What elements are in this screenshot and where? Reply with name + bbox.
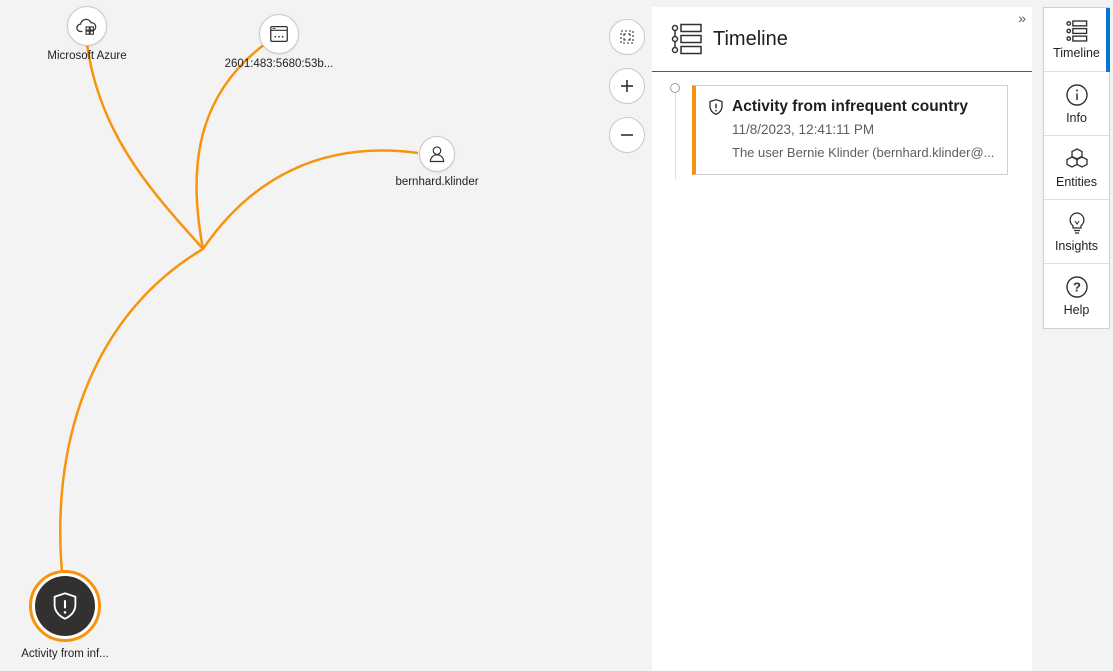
lightbulb-icon [1068, 211, 1085, 234]
timeline-panel: » Timeline Activity from infrequent coun… [652, 7, 1032, 671]
zoom-in-icon [621, 80, 633, 92]
cloud-app-icon [67, 6, 107, 46]
timeline-dot [670, 83, 680, 93]
user-icon [419, 136, 455, 172]
panel-title: Timeline [713, 27, 788, 50]
card-timestamp: 11/8/2023, 12:41:11 PM [732, 122, 875, 137]
timeline-card[interactable]: Activity from infrequent country 11/8/20… [692, 85, 1008, 175]
edge-azure [85, 43, 204, 250]
zoom-out-button[interactable] [609, 117, 645, 153]
right-tab-bar: Timeline Info Entities Insights ? Help [1043, 7, 1110, 329]
fit-to-screen-button[interactable] [609, 19, 645, 55]
card-title: Activity from infrequent country [732, 98, 968, 115]
collapse-panel-button[interactable]: » [1018, 10, 1026, 26]
info-icon [1065, 83, 1088, 106]
node-label-user: bernhard.klinder [395, 176, 479, 188]
tab-label: Entities [1056, 174, 1097, 189]
tab-label: Timeline [1053, 45, 1100, 60]
tab-label: Info [1066, 110, 1087, 125]
tab-label: Help [1063, 303, 1090, 317]
tab-entities[interactable]: Entities [1044, 136, 1109, 200]
ip-address-icon [259, 14, 299, 54]
timeline-icon [671, 23, 702, 55]
node-azure[interactable]: Microsoft Azure [47, 6, 127, 62]
edge-ip [195, 42, 266, 250]
zoom-out-icon [621, 134, 633, 136]
timeline-icon [1065, 19, 1087, 42]
tab-info[interactable]: Info [1044, 72, 1109, 136]
edge-alert [59, 247, 204, 573]
alert-shield-icon [709, 98, 723, 116]
tab-label: Insights [1054, 238, 1099, 253]
card-title-row: Activity from infrequent country [708, 98, 995, 116]
node-label-ip: 2601:483:5680:53b... [224, 58, 334, 70]
edge-user [201, 149, 419, 250]
svg-text:?: ? [1073, 280, 1081, 295]
timeline-line [675, 93, 676, 179]
node-alert[interactable]: Activity from inf... [15, 570, 115, 660]
node-user[interactable]: bernhard.klinder [387, 136, 487, 188]
graph-canvas[interactable]: Microsoft Azure 2601:483:5680:53b... ber… [0, 0, 652, 671]
card-description: The user Bernie Klinder (bernhard.klinde… [732, 145, 995, 160]
node-label-alert: Activity from inf... [21, 648, 109, 660]
tab-insights[interactable]: Insights [1044, 200, 1109, 264]
node-ip[interactable]: 2601:483:5680:53b... [219, 14, 339, 70]
alert-node-ring [29, 570, 101, 642]
panel-header: Timeline [652, 7, 1032, 72]
tab-help[interactable]: ? Help [1044, 264, 1109, 328]
entities-icon [1065, 147, 1088, 168]
node-label-azure: Microsoft Azure [47, 50, 127, 62]
zoom-in-button[interactable] [609, 68, 645, 104]
alert-shield-icon [35, 576, 95, 636]
fit-to-screen-icon [620, 30, 634, 44]
tab-timeline[interactable]: Timeline [1044, 8, 1110, 72]
help-icon: ? [1065, 276, 1088, 298]
